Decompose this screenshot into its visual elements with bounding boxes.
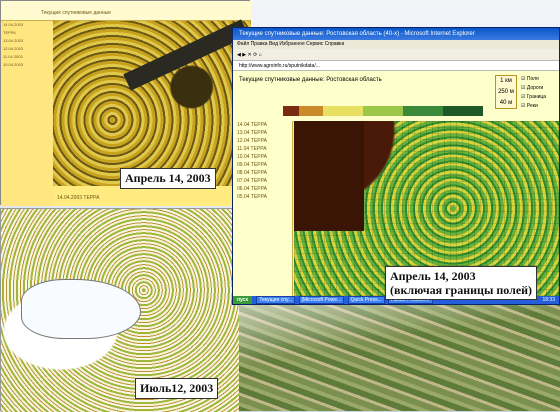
checkbox-fields[interactable]: ☑ Поля xyxy=(521,75,559,84)
list-item[interactable]: 09.04 ТЕРРА xyxy=(233,161,292,169)
forward-icon[interactable]: ▶ xyxy=(242,52,246,58)
scale-option[interactable]: 1 км xyxy=(496,76,516,87)
checkbox-roads[interactable]: ☑ Дороги xyxy=(521,84,559,93)
checkbox-rivers[interactable]: ☑ Реки xyxy=(521,102,559,111)
layer-checkboxes: ☑ Поля ☑ Дороги ☑ Граница ☑ Реки xyxy=(521,75,559,119)
list-item[interactable]: 10.04.2003 xyxy=(1,61,53,69)
list-item[interactable]: 14.04 ТЕРРА xyxy=(233,121,292,129)
checkbox-border[interactable]: ☑ Граница xyxy=(521,93,559,102)
home-icon[interactable]: ⌂ xyxy=(259,52,262,58)
list-item[interactable]: 08.04 ТЕРРА xyxy=(233,169,292,177)
caption-line2: (включая границы полей) xyxy=(390,283,533,297)
page-title: Текущие спутниковые данные: Ростовская о… xyxy=(239,77,382,83)
back-icon[interactable]: ◀ xyxy=(237,52,241,58)
status-bar: 14.04.2003 ТЕРРА xyxy=(53,186,251,206)
ie-toolbar: ◀ ▶ ✕ ⟳ ⌂ xyxy=(233,49,559,61)
list-item[interactable]: 14.04.2003 xyxy=(1,21,53,29)
list-item[interactable]: 10.04 ТЕРРА xyxy=(233,153,292,161)
list-item[interactable]: 11.04.2003 xyxy=(1,53,53,61)
bare-soil-area xyxy=(294,121,364,231)
toolbar: Текущие спутниковые данные xyxy=(1,1,251,21)
scale-selector[interactable]: 1 км 250 м 40 м xyxy=(495,75,517,109)
scale-option[interactable]: 40 м xyxy=(496,98,516,109)
list-item[interactable]: 05.04 ТЕРРА xyxy=(233,193,292,201)
list-item[interactable]: 12.04 ТЕРРА xyxy=(233,137,292,145)
taskbar-button[interactable]: Текущие спу... xyxy=(256,296,296,304)
refresh-icon[interactable]: ⟳ xyxy=(253,52,257,58)
list-item[interactable]: 06.04 ТЕРРА xyxy=(233,185,292,193)
taskbar-button[interactable]: Quick Press... xyxy=(347,296,385,304)
stop-icon[interactable]: ✕ xyxy=(248,52,252,58)
date-list: 14.04 ТЕРРА 13.04 ТЕРРА 12.04 ТЕРРА 11.0… xyxy=(233,121,293,296)
caption-april: Апрель 14, 2003 xyxy=(120,168,216,189)
taskbar-button[interactable]: [Microsoft Powe... xyxy=(298,296,345,304)
ndvi-legend-bar xyxy=(283,106,483,116)
aerial-landscape-photo xyxy=(235,300,560,411)
start-button[interactable]: пуск xyxy=(233,296,252,304)
scale-option[interactable]: 250 м xyxy=(496,87,516,98)
toolbar-title: Текущие спутниковые данные xyxy=(41,10,111,16)
menu-bar[interactable]: Файл Правка Вид Избранное Сервис Справка xyxy=(233,40,559,49)
title-bar[interactable]: Текущие спутниковые данные: Ростовская о… xyxy=(233,28,559,40)
caption-july: Июль12, 2003 xyxy=(135,378,219,399)
caption-april-fields: Апрель 14, 2003 (включая границы полей) xyxy=(385,266,538,300)
address-bar[interactable]: http://www.agroinfo.ru/sputnikdata/... xyxy=(233,61,559,71)
list-item[interactable]: ТЕРРА xyxy=(1,29,53,37)
list-item[interactable]: 12.04.2003 xyxy=(1,45,53,53)
list-item[interactable]: 07.04 ТЕРРА xyxy=(233,177,292,185)
list-item[interactable]: 11.04 ТЕРРА xyxy=(233,145,292,153)
status-text: 14.04.2003 ТЕРРА xyxy=(57,195,100,201)
list-item[interactable]: 13.04.2003 xyxy=(1,37,53,45)
list-item[interactable]: 13.04 ТЕРРА xyxy=(233,129,292,137)
date-sidebar: 14.04.2003 ТЕРРА 13.04.2003 12.04.2003 1… xyxy=(1,21,53,206)
internet-explorer-window: Текущие спутниковые данные: Ростовская о… xyxy=(232,27,560,305)
caption-line1: Апрель 14, 2003 xyxy=(390,269,476,283)
clock: 18:33 xyxy=(542,297,555,303)
